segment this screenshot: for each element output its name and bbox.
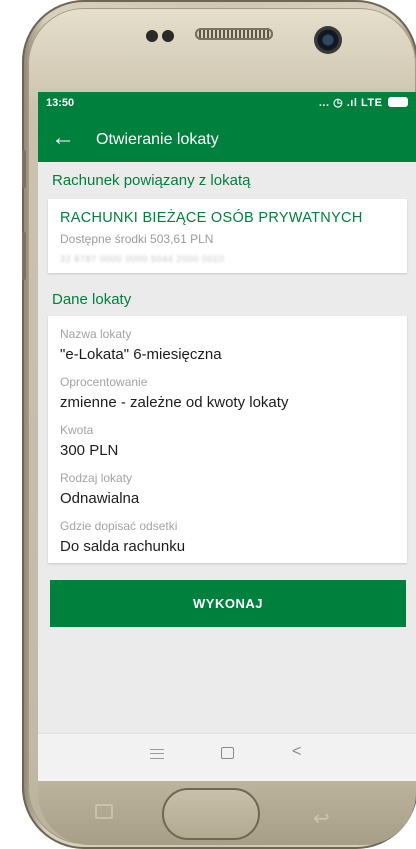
account-number: 32 8787 0000 0000 5044 2000 0010 <box>60 254 225 264</box>
status-time: 13:50 <box>46 97 75 109</box>
interest-label: Oprocentowanie <box>60 375 148 389</box>
arrow-left-icon[interactable]: ← <box>51 124 75 152</box>
deposit-details-card: Nazwa lokaty "e-Lokata" 6-miesięczna Opr… <box>48 316 407 563</box>
app-bar: ← Otwieranie lokaty <box>38 116 416 162</box>
system-nav-bar: < <box>38 733 416 781</box>
deposit-name-label: Nazwa lokaty <box>60 327 132 341</box>
deposit-name-value: "e-Lokata" 6-miesięczna <box>60 346 222 363</box>
interest-destination-label: Gdzie dopisać odsetki <box>60 519 178 533</box>
deposit-type-label: Rodzaj lokaty <box>60 471 133 485</box>
linked-account-card[interactable]: RACHUNKI BIEŻĄCE OSÓB PRYWATNYCH Dostępn… <box>48 199 407 273</box>
page-title: Otwieranie lokaty <box>96 131 219 148</box>
status-indicators: ... ◷ .ıl LTE <box>319 96 408 109</box>
battery-icon <box>388 97 408 107</box>
bixby-button <box>22 232 26 280</box>
available-funds: Dostępne środki 503,61 PLN <box>60 232 214 246</box>
sensor-dot-icon <box>146 30 158 42</box>
linked-account-header: Rachunek powiązany z lokatą <box>52 172 251 189</box>
deposit-details-header: Dane lokaty <box>52 291 132 308</box>
account-name: RACHUNKI BIEŻĄCE OSÓB PRYWATNYCH <box>60 210 363 226</box>
home-square-icon[interactable] <box>221 747 234 759</box>
chevron-left-icon[interactable]: < <box>292 743 301 761</box>
front-camera-icon <box>314 26 342 54</box>
recent-apps-icon <box>95 804 113 819</box>
volume-button <box>22 150 26 188</box>
amount-value: 300 PLN <box>60 442 119 459</box>
back-arrow-icon: ↩ <box>313 808 330 830</box>
amount-label: Kwota <box>60 423 94 437</box>
home-button[interactable] <box>162 788 260 840</box>
phone-screen: 13:50 ... ◷ .ıl LTE ← Otwieranie lokaty … <box>38 92 416 781</box>
execute-button[interactable]: WYKONAJ <box>50 580 406 627</box>
menu-icon[interactable] <box>150 749 164 759</box>
signal-icon: ... ◷ .ıl LTE <box>318 97 383 109</box>
earpiece-speaker <box>195 28 273 40</box>
sensor-dot-icon <box>162 30 174 42</box>
interest-destination-value: Do salda rachunku <box>60 538 186 555</box>
status-bar: 13:50 ... ◷ .ıl LTE <box>38 92 416 116</box>
interest-value: zmienne - zależne od kwoty lokaty <box>60 394 289 411</box>
deposit-type-value: Odnawialna <box>60 490 140 507</box>
